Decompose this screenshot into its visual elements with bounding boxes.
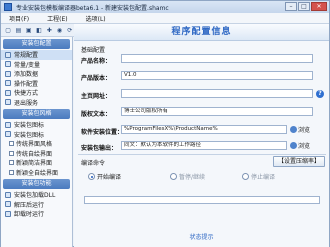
sidebar-item-modern-custom[interactable]: 新颖全自绘界面 [1, 168, 72, 178]
install-path-field[interactable]: %ProgramFilesX%\ProductName% [121, 125, 287, 134]
package-icon [5, 121, 11, 128]
view-icon[interactable]: ◉ [55, 26, 63, 35]
main-panel: 程序配置信息 基础配置 产品名称： 产品版本： V1.0 主页网址： ? 版权文… [74, 24, 329, 247]
product-version-field[interactable]: V1.0 [121, 71, 313, 80]
divider [78, 154, 326, 155]
dll-icon [5, 191, 11, 198]
page-title: 程序配置信息 [74, 24, 329, 41]
sidebar-item-exit-service[interactable]: 退出服务 [1, 98, 72, 108]
homepage-label: 主页网址： [81, 93, 112, 100]
operation-icon [5, 80, 11, 87]
window-title: 专业安装包模板编译器beta6.1 - 新建安装包配置.shamc [16, 4, 169, 12]
sidebar-item-classic-custom[interactable]: 传统自绘界面 [1, 149, 72, 159]
save-icon[interactable]: ▣ [25, 26, 33, 35]
save-as-icon[interactable]: ◧ [35, 26, 43, 35]
browse-output-button[interactable]: 浏览 [290, 141, 310, 150]
radio-dot [242, 173, 249, 180]
radio-dot [170, 173, 177, 180]
new-file-icon[interactable]: ▢ [4, 26, 12, 35]
radio-stop-compile[interactable]: 停止编译 [242, 172, 275, 181]
sidebar-item-classic-style[interactable]: 传统界面风格 [1, 139, 72, 149]
basic-config-title: 基础配置 [81, 47, 106, 54]
copyright-label: 版权文本： [81, 111, 112, 118]
add-icon[interactable]: ✚ [45, 26, 53, 35]
sidebar-item-run-after-extract[interactable]: 解压后运行 [1, 200, 72, 210]
panel-header-config[interactable]: 安装包配置 [3, 39, 70, 49]
toolbar: ▢ ▤ ▣ ◧ ✚ ◉ ⟳ [1, 24, 74, 37]
panel-header-function[interactable]: 安装包功能 [3, 179, 70, 189]
radio-start-compile[interactable]: 开始编译 [88, 172, 121, 181]
compile-command-title: 编译命令 [81, 160, 106, 167]
sidebar-item-run-on-uninstall[interactable]: 卸载时运行 [1, 209, 72, 219]
panel-header-style[interactable]: 安装包风格 [3, 109, 70, 119]
menu-bar: 项目(F) 工程(E) 选项(L) [1, 13, 329, 24]
install-path-label: 软件安装位置： [81, 129, 124, 136]
sidebar-item-operations[interactable]: 操作配置 [1, 79, 72, 89]
help-icon[interactable]: ? [316, 90, 324, 98]
exit-icon [5, 99, 11, 106]
open-folder-icon[interactable]: ▤ [14, 26, 22, 35]
browse-install-path-button[interactable]: 浏览 [290, 125, 310, 134]
sidebar-item-general[interactable]: 常规配置 [1, 50, 72, 60]
package-icon [5, 131, 11, 138]
sidebar-item-load-dll[interactable]: 安装包加载DLL [1, 190, 72, 200]
run-icon [5, 201, 11, 208]
checkbox-icon [9, 160, 14, 166]
settings-icon [5, 51, 11, 58]
refresh-icon[interactable]: ⟳ [66, 26, 74, 35]
minimize-button[interactable]: – [285, 2, 297, 11]
sidebar-item-constants[interactable]: 常量/变量 [1, 60, 72, 70]
sidebar-item-package-icon-2[interactable]: 安装包图标 [1, 130, 72, 140]
packing-output-label: 安装包输出： [81, 145, 118, 152]
uninstall-icon [5, 210, 11, 217]
compile-progress-bar [84, 196, 320, 204]
packing-output-field[interactable]: 同文：默认为本软件的工作路径 [121, 141, 287, 150]
sidebar-item-shortcuts[interactable]: 快捷方式 [1, 88, 72, 98]
product-version-label: 产品版本： [81, 75, 112, 82]
sidebar-item-package-icon[interactable]: 安装包图标 [1, 120, 72, 130]
checkbox-icon [9, 169, 14, 175]
copyright-field[interactable]: 博士公司版权所有 [121, 107, 313, 116]
menu-engineering[interactable]: 工程(E) [47, 14, 67, 23]
checkbox-icon [9, 141, 14, 147]
status-text: 状态提示 [189, 234, 214, 241]
variable-icon [5, 61, 11, 68]
compression-settings-button[interactable]: 【设置压缩率】 [272, 156, 325, 167]
product-name-label: 产品名称： [81, 58, 112, 65]
sidebar-item-add-data[interactable]: 添加数据 [1, 69, 72, 79]
shortcut-icon [5, 89, 11, 96]
maximize-button[interactable]: □ [298, 2, 310, 11]
browse-icon [290, 126, 297, 133]
sidebar-item-modern-style[interactable]: 新颖简洁界面 [1, 158, 72, 168]
sidebar: 安装包配置 常规配置 常量/变量 添加数据 操作配置 快捷方式 退出服务 安装包… [1, 37, 73, 247]
menu-project[interactable]: 项目(F) [9, 14, 29, 23]
menu-options[interactable]: 选项(L) [86, 14, 106, 23]
checkbox-icon [9, 150, 14, 156]
browse-icon [290, 142, 297, 149]
title-bar[interactable]: 专业安装包模板编译器beta6.1 - 新建安装包配置.shamc – □ ✕ [1, 1, 329, 13]
app-icon [4, 3, 12, 11]
close-button[interactable]: ✕ [311, 2, 327, 11]
add-data-icon [5, 70, 11, 77]
product-name-field[interactable] [121, 54, 313, 63]
radio-pause-resume[interactable]: 暂停/继续 [170, 172, 205, 181]
app-window: 专业安装包模板编译器beta6.1 - 新建安装包配置.shamc – □ ✕ … [0, 0, 330, 247]
radio-dot [88, 173, 95, 180]
homepage-field[interactable] [121, 89, 313, 98]
